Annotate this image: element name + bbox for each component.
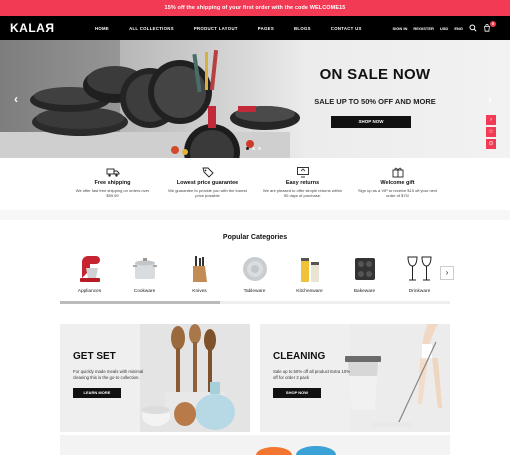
feature-welcome-gift: Welcome gift Sign up as a VIP to receive…	[350, 166, 445, 210]
feature-title: Easy returns	[285, 180, 320, 186]
category-label: Knives	[192, 289, 207, 294]
hero-next-arrow[interactable]: ›	[488, 92, 492, 106]
shop-now-button[interactable]: SHOP NOW	[273, 388, 321, 398]
side-quick-actions: › ☆ ⊙	[486, 115, 496, 149]
side-arrow-icon[interactable]: ›	[486, 115, 496, 125]
search-icon[interactable]	[469, 24, 477, 32]
promo-bar: 15% off the shipping of your first order…	[0, 0, 510, 16]
feature-desc: We guarantee to provide you with the low…	[168, 188, 247, 198]
category-kitchenware[interactable]: Kitchenware	[282, 254, 337, 294]
jars-icon	[300, 258, 319, 282]
main-menu: HOME ALL COLLECTIONS PRODUCT LAYOUT PAGE…	[95, 16, 382, 40]
features-strip: Free shipping We offer fast free shippin…	[0, 158, 510, 210]
currency-select[interactable]: USD	[440, 26, 448, 31]
site-logo[interactable]: KALAЯ	[10, 21, 80, 35]
menu-blogs[interactable]: BLOGS	[294, 26, 311, 31]
category-cookware[interactable]: Cookware	[117, 254, 172, 294]
hero-pagination	[246, 147, 261, 150]
section-divider	[0, 210, 510, 220]
promo-text: 15% off the shipping of your first order…	[164, 5, 346, 11]
hero-title: ON SALE NOW	[319, 66, 431, 83]
category-appliances[interactable]: Appliances	[62, 254, 117, 294]
plates-icon	[242, 257, 267, 281]
hero-dot-3[interactable]	[258, 147, 261, 150]
language-select[interactable]: ENG	[454, 26, 463, 31]
hero-subtitle: SALE UP TO 50% OFF AND MORE	[314, 97, 436, 106]
top-navigation: KALAЯ HOME ALL COLLECTIONS PRODUCT LAYOU…	[0, 16, 510, 40]
cart-count-badge: 0	[490, 20, 496, 27]
price-tag-icon	[201, 167, 214, 178]
bowls-image	[256, 446, 336, 455]
sign-in-link[interactable]: SIGN IN	[393, 26, 408, 31]
register-link[interactable]: REGISTER	[413, 26, 433, 31]
stock-pot-icon	[132, 258, 157, 279]
side-help-icon[interactable]: ⊙	[486, 139, 496, 149]
category-knives[interactable]: Knives	[172, 254, 227, 294]
learn-more-button[interactable]: LEARN MORE	[73, 388, 121, 398]
promo-banners: GET SET For quickly made meals with mini…	[60, 324, 510, 432]
banner-title: GET SET	[73, 351, 116, 362]
wine-glasses-icon	[406, 256, 432, 281]
category-label: Appliances	[77, 289, 102, 294]
category-drinkware[interactable]: Drinkware	[392, 254, 447, 294]
feature-title: Welcome gift	[380, 180, 415, 186]
category-label: Kitchenware	[296, 289, 323, 294]
popular-categories-heading: Popular Categories	[222, 234, 288, 241]
hero-dot-2[interactable]	[252, 147, 255, 150]
hero-slider: ‹ › ON SALE NOW SALE UP TO 50% OFF AND M…	[0, 40, 510, 158]
feature-title: Free shipping	[94, 180, 131, 186]
menu-all-collections[interactable]: ALL COLLECTIONS	[129, 26, 174, 31]
feature-lowest-price: Lowest price guarantee We guarantee to p…	[160, 166, 255, 210]
feature-easy-returns: Easy returns We are pleased to offer sim…	[255, 166, 350, 210]
muffin-tin-icon	[354, 258, 375, 280]
truck-icon	[106, 168, 119, 177]
category-label: Cookware	[133, 289, 156, 294]
hero-shop-now-button[interactable]: SHOP NOW	[331, 116, 411, 128]
category-carousel: Appliances Cookware Knives Tableware Kit…	[0, 254, 510, 294]
category-tableware[interactable]: Tableware	[227, 254, 282, 294]
category-scrollbar[interactable]	[60, 301, 450, 304]
banner-cleaning: CLEANING Sale up to 50% off all product …	[260, 324, 450, 432]
category-label: Bakeware	[353, 289, 376, 294]
feature-free-shipping: Free shipping We offer fast free shippin…	[65, 166, 160, 210]
feature-desc: Sign up as a VIP to receive $15 off your…	[358, 188, 438, 198]
monitor-return-icon	[296, 167, 309, 178]
hero-prev-arrow[interactable]: ‹	[14, 92, 18, 106]
gift-icon	[392, 167, 403, 178]
feature-desc: We are pleased to offer simple returns w…	[263, 188, 343, 198]
cart-button[interactable]: 0	[483, 20, 496, 33]
next-section-preview	[60, 435, 450, 455]
category-bakeware[interactable]: Bakeware	[337, 254, 392, 294]
side-bookmark-icon[interactable]: ☆	[486, 127, 496, 137]
menu-pages[interactable]: PAGES	[258, 26, 274, 31]
category-label: Drinkware	[408, 289, 431, 294]
menu-contact-us[interactable]: CONTACT US	[331, 26, 362, 31]
banner-desc: For quickly made meals with minimal clea…	[73, 369, 144, 380]
banner-get-set: GET SET For quickly made meals with mini…	[60, 324, 250, 432]
stand-mixer-icon	[79, 256, 100, 282]
scrollbar-thumb[interactable]	[60, 301, 220, 304]
feature-title: Lowest price guarantee	[176, 180, 239, 186]
hero-dot-1[interactable]	[246, 147, 249, 150]
banner-desc: Sale up to 50% off all product Extra 10%…	[273, 369, 351, 380]
category-next-arrow[interactable]: ›	[440, 266, 454, 280]
feature-desc: We offer fast free shipping on orders ov…	[75, 188, 150, 198]
menu-home[interactable]: HOME	[95, 26, 109, 31]
utility-links: SIGN IN REGISTER USD ENG 0	[393, 16, 496, 40]
category-label: Tableware	[243, 289, 266, 294]
knife-block-icon	[192, 256, 207, 282]
menu-product-layout[interactable]: PRODUCT LAYOUT	[194, 26, 238, 31]
banner-title: CLEANING	[273, 351, 326, 362]
